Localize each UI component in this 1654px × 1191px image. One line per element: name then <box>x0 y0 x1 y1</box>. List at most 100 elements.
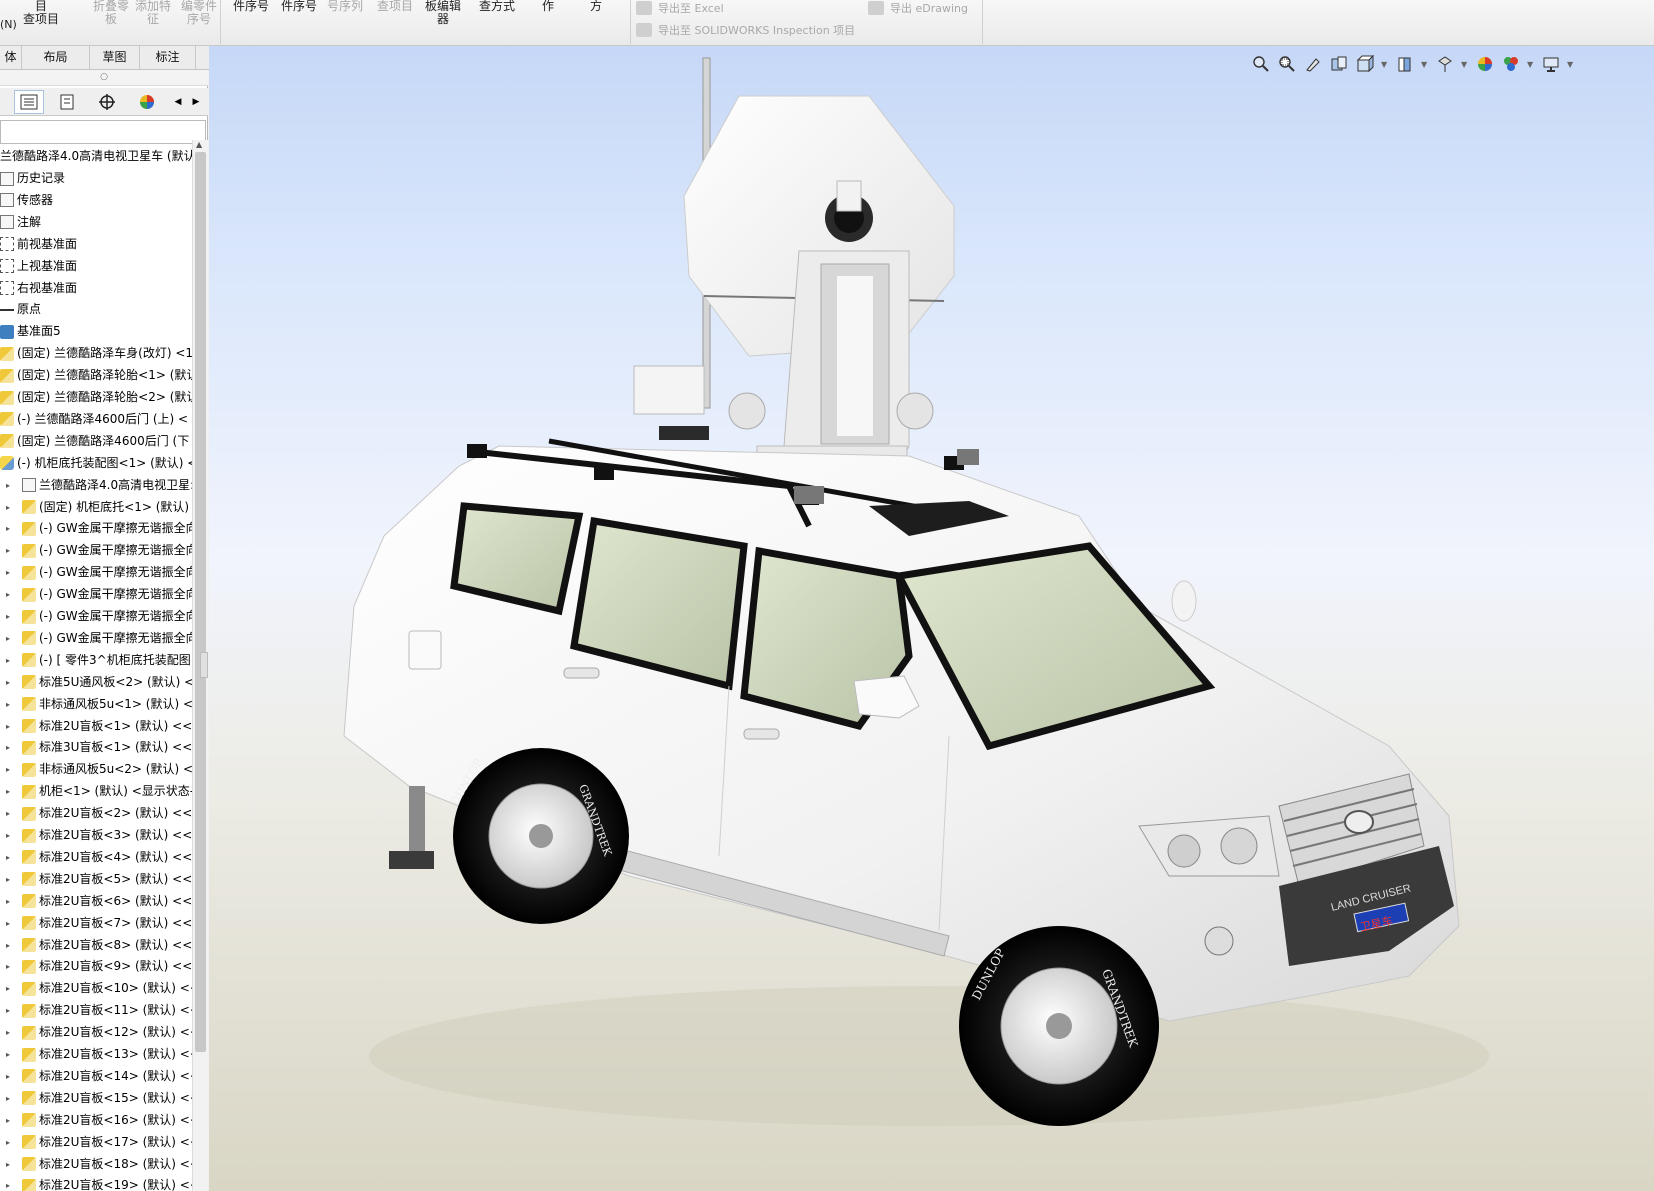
ribbon-button[interactable]: 查项目 <box>372 0 418 13</box>
tabs-scroll-left[interactable]: ◀ <box>170 90 186 114</box>
tree-item[interactable]: ▸ 标准2U盲板<3> (默认) << <box>6 825 192 846</box>
configuration-manager-tab[interactable] <box>92 90 122 114</box>
tree-item[interactable]: ▸ (-) GW金属干摩擦无谐振全向 <box>6 606 192 627</box>
expand-icon[interactable]: ▸ <box>6 628 14 649</box>
tree-item[interactable]: ▸ 标准2U盲板<8> (默认) << <box>6 935 192 956</box>
ribbon-tab[interactable]: 布局 <box>22 46 90 70</box>
tree-item[interactable]: ▸ 标准2U盲板<16> (默认) << <box>6 1110 192 1131</box>
tree-item[interactable]: ▸ (-) GW金属干摩擦无谐振全向 <box>6 628 192 649</box>
expand-icon[interactable]: ▸ <box>6 913 14 934</box>
tree-item[interactable]: (固定) 兰德酷路泽轮胎<1> (默认 <box>0 365 192 386</box>
tree-item[interactable]: 注解 <box>0 212 41 233</box>
tree-item[interactable]: (-) 机柜底托装配图<1> (默认) < <box>0 453 192 474</box>
ribbon-button[interactable]: 折叠零 板 <box>88 0 134 26</box>
tree-item[interactable]: ▸ 标准2U盲板<15> (默认) << <box>6 1088 192 1109</box>
expand-icon[interactable]: ▸ <box>6 497 14 518</box>
tree-item[interactable]: ▸ 标准3U盲板<1> (默认) << <box>6 737 192 758</box>
tree-item[interactable]: ▸ 标准2U盲板<14> (默认) << <box>6 1066 192 1087</box>
graphics-area[interactable]: ▼ ▼ ▼ ▼ ▼ LAND CRUISER 卫星车 DUNLOP GRANDT… <box>209 46 1654 1191</box>
tree-item[interactable]: ▸ 标准2U盲板<6> (默认) << <box>6 891 192 912</box>
ribbon-button[interactable]: 件序号 <box>228 0 274 13</box>
tree-item[interactable]: ▸ 标准2U盲板<13> (默认) << <box>6 1044 192 1065</box>
feature-tree-tab[interactable] <box>14 90 44 114</box>
tree-item[interactable]: (-) 兰德酷路泽4600后门 (上) < <box>0 409 188 430</box>
tree-item[interactable]: ▸ 标准2U盲板<2> (默认) << <box>6 803 192 824</box>
expand-icon[interactable]: ▸ <box>6 1044 14 1065</box>
expand-icon[interactable]: ▸ <box>6 1000 14 1021</box>
tree-item[interactable]: ▸ 兰德酷路泽4.0高清电视卫星: <box>6 475 192 496</box>
expand-icon[interactable]: ▸ <box>6 759 14 780</box>
tree-item[interactable]: ▸ 标准2U盲板<4> (默认) << <box>6 847 192 868</box>
ribbon-button[interactable]: 号序列 <box>322 0 368 13</box>
tree-filter-input[interactable] <box>0 120 206 144</box>
tree-item[interactable]: ▸ (-) GW金属干摩擦无谐振全向 <box>6 584 192 605</box>
tree-item[interactable]: ▸ 标准2U盲板<17> (默认) << <box>6 1132 192 1153</box>
tree-scrollbar-thumb[interactable] <box>195 152 206 1052</box>
ribbon-button[interactable]: 板编辑 器 <box>420 0 466 26</box>
expand-icon[interactable]: ▸ <box>6 1022 14 1043</box>
export-excel-button[interactable]: 导出至 Excel <box>636 0 724 16</box>
ribbon-tab[interactable]: 标注 <box>140 46 196 70</box>
tree-item[interactable]: ▸ 标准2U盲板<7> (默认) << <box>6 913 192 934</box>
tree-root[interactable]: 兰德酷路泽4.0高清电视卫星车 (默认) <box>0 146 192 167</box>
expand-icon[interactable]: ▸ <box>6 562 14 583</box>
scroll-up-icon[interactable]: ▲ <box>196 140 202 149</box>
tree-item[interactable]: ▸ (-) GW金属干摩擦无谐振全向 <box>6 562 192 583</box>
expand-icon[interactable]: ▸ <box>6 869 14 890</box>
tree-item[interactable]: ▸ 标准2U盲板<9> (默认) << <box>6 956 192 977</box>
tree-item[interactable]: ▸ 标准2U盲板<10> (默认) << <box>6 978 192 999</box>
tree-item[interactable]: 前视基准面 <box>0 234 77 255</box>
expand-icon[interactable]: ▸ <box>6 1132 14 1153</box>
tree-item[interactable]: ▸ 标准2U盲板<5> (默认) << <box>6 869 192 890</box>
expand-icon[interactable]: ▸ <box>6 891 14 912</box>
tree-item[interactable]: (固定) 兰德酷路泽车身(改灯) <1 <box>0 343 192 364</box>
expand-icon[interactable]: ▸ <box>6 584 14 605</box>
expand-icon[interactable]: ▸ <box>6 803 14 824</box>
ribbon-tab[interactable]: 体 <box>0 46 22 70</box>
expand-icon[interactable]: ▸ <box>6 540 14 561</box>
tree-item[interactable]: 上视基准面 <box>0 256 77 277</box>
expand-icon[interactable]: ▸ <box>6 716 14 737</box>
expand-icon[interactable]: ▸ <box>6 694 14 715</box>
tree-item[interactable]: ▸ 标准2U盲板<18> (默认) << <box>6 1154 192 1175</box>
expand-icon[interactable]: ▸ <box>6 781 14 802</box>
tree-item[interactable]: 右视基准面 <box>0 278 77 299</box>
ribbon-button[interactable]: 作 <box>525 0 571 13</box>
ribbon-button[interactable]: 编零件 序号 <box>176 0 222 26</box>
satellite-truck-model[interactable]: LAND CRUISER 卫星车 DUNLOP GRANDTREK DUNLOP… <box>209 46 1654 1191</box>
tree-item[interactable]: ▸ 标准2U盲板<1> (默认) << <box>6 716 192 737</box>
tree-item[interactable]: (固定) 兰德酷路泽4600后门 (下 <box>0 431 189 452</box>
tree-item[interactable]: ▸ (-) GW金属干摩擦无谐振全向 <box>6 518 192 539</box>
tree-item[interactable]: ▸ (固定) 机柜底托<1> (默认) <box>6 497 189 518</box>
tree-item[interactable]: ▸ (-) GW金属干摩擦无谐振全向 <box>6 540 192 561</box>
expand-icon[interactable]: ▸ <box>6 935 14 956</box>
expand-icon[interactable]: ▸ <box>6 847 14 868</box>
tabs-scroll-right[interactable]: ▶ <box>188 90 204 114</box>
tree-item[interactable]: ▸ 非标通风板5u<1> (默认) < <box>6 694 192 715</box>
panel-grip[interactable]: ○ <box>0 70 208 86</box>
expand-icon[interactable]: ▸ <box>6 1154 14 1175</box>
expand-icon[interactable]: ▸ <box>6 1088 14 1109</box>
expand-icon[interactable]: ▸ <box>6 825 14 846</box>
tree-item[interactable]: ▸ 非标通风板5u<2> (默认) < <box>6 759 192 780</box>
tree-item[interactable]: 原点 <box>0 299 41 320</box>
expand-icon[interactable]: ▸ <box>6 1066 14 1087</box>
expand-icon[interactable]: ▸ <box>6 672 14 693</box>
tree-item[interactable]: ▸ 机柜<1> (默认) <显示状态- <box>6 781 192 802</box>
expand-icon[interactable]: ▸ <box>6 1175 14 1191</box>
expand-icon[interactable]: ▸ <box>6 518 14 539</box>
tree-item[interactable]: ▸ (-) [ 零件3^机柜底托装配图 <box>6 650 191 671</box>
expand-icon[interactable]: ▸ <box>6 606 14 627</box>
tree-item[interactable]: 历史记录 <box>0 168 65 189</box>
tree-item[interactable]: ▸ 标准2U盲板<12> (默认) << <box>6 1022 192 1043</box>
property-manager-tab[interactable] <box>52 90 82 114</box>
export-inspection-button[interactable]: 导出至 SOLIDWORKS Inspection 项目 <box>636 22 855 38</box>
expand-icon[interactable]: ▸ <box>6 1110 14 1131</box>
ribbon-button[interactable]: 目 查项目 <box>18 0 64 26</box>
expand-icon[interactable]: ▸ <box>6 737 14 758</box>
panel-splitter[interactable] <box>200 652 208 678</box>
tree-item[interactable]: ▸ 标准5U通风板<2> (默认) < <box>6 672 192 693</box>
ribbon-button[interactable]: 方 <box>573 0 619 13</box>
tree-item[interactable]: 传感器 <box>0 190 53 211</box>
tree-item[interactable]: 基准面5 <box>0 321 61 342</box>
